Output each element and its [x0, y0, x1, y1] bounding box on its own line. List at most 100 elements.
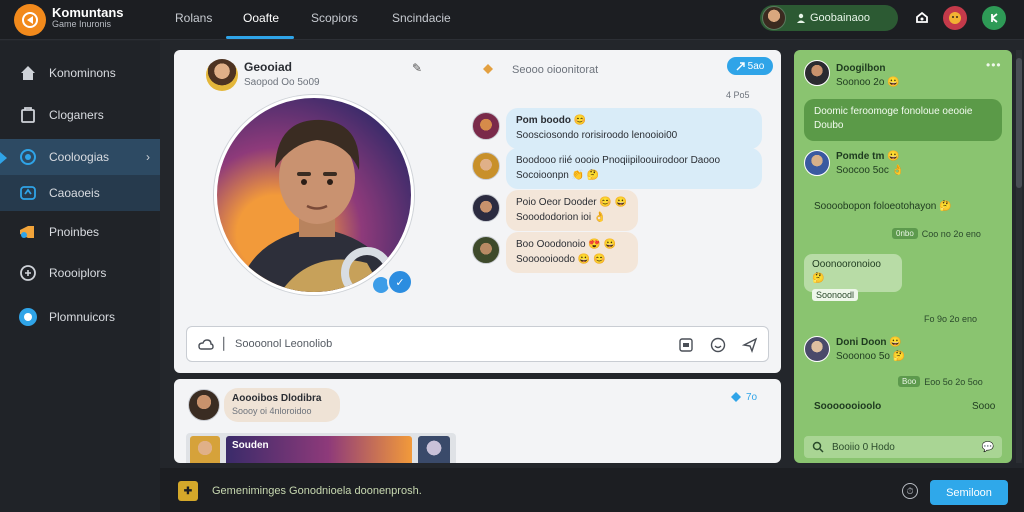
- sidebar-item-label: Plomnuicors: [49, 310, 116, 324]
- tab-sncindacie[interactable]: Sncindacie: [392, 11, 451, 25]
- message-line1: Pom boodo 😊: [516, 115, 587, 126]
- status-badge-icon: [482, 63, 494, 78]
- feed-avatar[interactable]: [804, 150, 830, 176]
- feed-timestamp: 0nbo Coo no 2o eno: [892, 228, 981, 239]
- message-item[interactable]: Boo Ooodonoio 😍 😀 Soooooioodo 😀 😊: [472, 232, 638, 273]
- diamond-icon: [731, 392, 741, 402]
- feed-avatar[interactable]: [804, 336, 830, 362]
- message-line1: Poio Oeor Dooder 😊 😀: [516, 197, 628, 208]
- feed-entry: Doni Doon 😀 Sooonoo 5o 🤔: [836, 336, 905, 363]
- message-composer[interactable]: ⎸ Soooonol Leonoliob: [186, 326, 769, 362]
- message-item[interactable]: Poio Oeor Dooder 😊 😀 Sooododorion ioi 👌: [472, 190, 638, 231]
- top-bar: Komuntans Game Inuronis Rolans Ooafte Sc…: [0, 0, 1024, 40]
- message-avatar: [472, 236, 500, 264]
- user-profile-pill[interactable]: Goobainaoo: [760, 5, 898, 31]
- game-character-icon[interactable]: [943, 6, 967, 30]
- tab-ooafte[interactable]: Ooafte: [243, 11, 279, 25]
- character-portrait: [238, 119, 396, 292]
- sidebar: Konominons Cloganers Cooloogias › Caoaoe…: [0, 41, 160, 512]
- chip-label: 5ao: [747, 60, 765, 72]
- emoji-icon[interactable]: [709, 336, 727, 354]
- send-icon[interactable]: [741, 336, 759, 354]
- message-bubble: Poio Oeor Dooder 😊 😀 Sooododorion ioi 👌: [506, 190, 638, 231]
- status-online-icon[interactable]: [982, 6, 1006, 30]
- profile-meta: Saopod Oo 5o09: [244, 77, 320, 88]
- arrow-icon: [736, 61, 745, 70]
- feed-entry-name: Doni Doon 😀: [836, 337, 902, 348]
- feed-entry-sub: Soocoo 5oc 👌: [836, 164, 905, 176]
- attachment-icon[interactable]: ✚: [178, 481, 198, 501]
- more-options-icon[interactable]: •••: [986, 58, 1002, 72]
- app-logo[interactable]: [14, 4, 46, 36]
- media-banner[interactable]: Souden: [226, 436, 412, 463]
- message-item[interactable]: Boodooo riié oooio Pnoqiipiloouirodoor D…: [472, 148, 762, 189]
- profile-large-avatar[interactable]: [214, 95, 414, 295]
- timestamp-text: Coo no 2o eno: [921, 228, 981, 239]
- sidebar-item-label: Cloganers: [49, 108, 104, 122]
- message-bubble: Boodooo riié oooio Pnoqiipiloouirodoor D…: [506, 148, 762, 189]
- timestamp-tag: 0nbo: [892, 228, 918, 239]
- message-avatar: [472, 112, 500, 140]
- post-badge[interactable]: 7o: [730, 391, 757, 403]
- status-chip[interactable]: 5ao: [727, 57, 773, 75]
- message-line2: Socoioonpn 👏 🤔: [516, 169, 600, 181]
- sidebar-item-caoaoeis[interactable]: Caoaoeis: [0, 175, 160, 211]
- active-item-marker: [0, 152, 7, 164]
- media-thumb[interactable]: [418, 436, 450, 463]
- sidebar-item-roooiplors[interactable]: Roooiplors: [0, 255, 160, 291]
- media-thumb[interactable]: [190, 436, 220, 463]
- sidebar-item-cooloogias[interactable]: Cooloogias ›: [0, 139, 160, 175]
- clock-icon[interactable]: ⏱: [902, 483, 918, 499]
- sidebar-item-plomnuicors[interactable]: Plomnuicors: [0, 299, 160, 335]
- sidebar-item-cloganers[interactable]: Cloganers: [0, 97, 160, 133]
- user-label: Goobainaoo: [796, 12, 870, 24]
- feed-footer-name: Sooooooioolo: [814, 401, 882, 412]
- profile-small-avatar[interactable]: [206, 59, 238, 91]
- feed-timestamp: Boo Eoo 5o 2o 5oo: [898, 376, 983, 387]
- feed-reply-text: Ooonooronoioo 🤔: [812, 259, 881, 284]
- chat-bubble-icon[interactable]: 💬: [982, 442, 994, 453]
- feed-avatar[interactable]: [804, 60, 830, 86]
- message-item[interactable]: Pom boodo 😊 Soosciosondo rorisiroodo len…: [472, 108, 762, 149]
- app-subtitle: Game Inuronis: [52, 19, 112, 30]
- feed-entry: Doogilbon Soonoo 2o 😀: [836, 62, 900, 89]
- user-icon: [797, 13, 805, 23]
- banner-title: Souden: [232, 440, 269, 451]
- post-avatar[interactable]: [188, 389, 220, 421]
- feed-entry: Pomde tm 😀 Soocoo 5oc 👌: [836, 150, 904, 177]
- user-name: Goobainaoo: [810, 12, 870, 24]
- global-input[interactable]: ✚ Gemeniminges Gonodnioela doonenprosh. …: [178, 478, 918, 504]
- edit-icon[interactable]: ✎: [412, 61, 422, 75]
- sidebar-item-label: Caoaoeis: [49, 186, 100, 200]
- tab-rolans[interactable]: Rolans: [175, 11, 212, 25]
- message-avatar: [472, 194, 500, 222]
- sidebar-item-pnoinbes[interactable]: Pnoinbes: [0, 214, 160, 250]
- app-title: Komuntans: [52, 5, 124, 20]
- notifications-icon[interactable]: [910, 6, 934, 30]
- scrollbar-thumb[interactable]: [1016, 58, 1022, 188]
- feed-entry-name: Doogilbon: [836, 63, 886, 74]
- post-badge-label: 7o: [746, 391, 758, 403]
- verified-badge-icon[interactable]: ✓: [387, 269, 413, 295]
- time-label: 4 Po5: [726, 90, 750, 100]
- game-icon: [18, 183, 38, 203]
- profile-name: Geooiad: [244, 60, 293, 74]
- post-card: Aoooibos Dlodibra Soooy oi 4nloroidoo 7o…: [174, 379, 781, 463]
- panel-search-input[interactable]: Booiio 0 Hodo 💬: [804, 436, 1002, 458]
- tab-scopiors[interactable]: Scopiors: [311, 11, 358, 25]
- feed-text: Soooobopon foloeotohayon 🤔: [814, 201, 952, 212]
- globe-icon: [18, 307, 38, 327]
- profile-chat-card: Geooiad Saopod Oo 5o09 ✎ Seooo oioonitor…: [174, 50, 781, 373]
- post-author-name: Aoooibos Dlodibra: [232, 393, 322, 404]
- panel-search-placeholder: Booiio 0 Hodo: [832, 441, 895, 453]
- timestamp-text: Fo 9o 2o eno: [924, 314, 978, 324]
- timestamp-text: Eoo 5o 2o 5oo: [924, 376, 983, 387]
- app-title-block: Komuntans Game Inuronis: [52, 5, 124, 30]
- send-button[interactable]: Semiloon: [930, 480, 1008, 505]
- cloud-icon[interactable]: [197, 336, 215, 354]
- attach-image-icon[interactable]: [677, 336, 695, 354]
- sidebar-item-konominons[interactable]: Konominons: [0, 55, 160, 91]
- panel-scrollbar[interactable]: [1016, 50, 1022, 463]
- message-bubble: Boo Ooodonoio 😍 😀 Soooooioodo 😀 😊: [506, 232, 638, 273]
- message-bubble: Pom boodo 😊 Soosciosondo rorisiroodo len…: [506, 108, 762, 149]
